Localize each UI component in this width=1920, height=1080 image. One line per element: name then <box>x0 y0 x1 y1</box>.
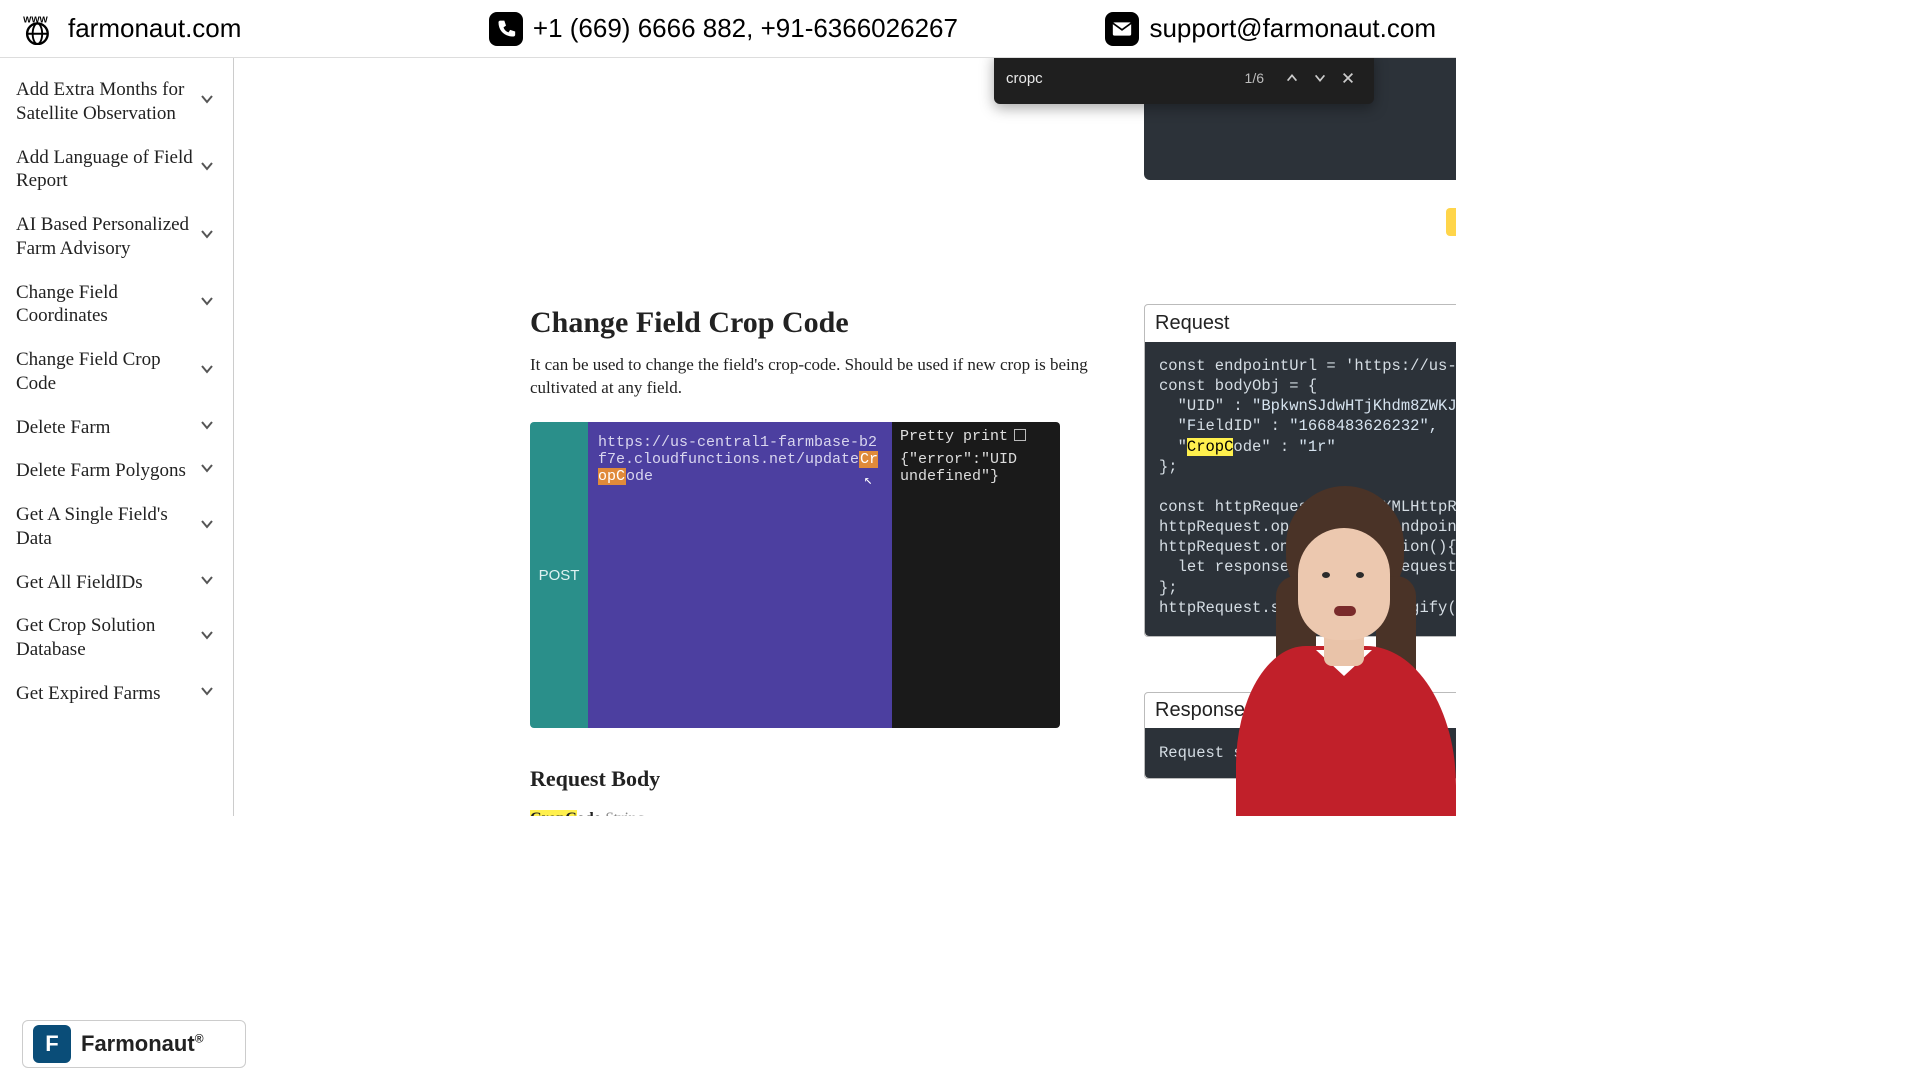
sidebar-item-label: Get Crop Solution Database <box>16 614 199 662</box>
cursor-icon: ↖ <box>864 472 872 489</box>
mail-icon <box>1105 12 1139 46</box>
sidebar-item-get-single-field[interactable]: Get A Single Field's Data <box>0 493 233 561</box>
search-highlight: CropC <box>530 810 577 816</box>
request-body-heading: Request Body <box>530 766 660 792</box>
api-example-block: POST https://us-central1-farmbase-b2f7e.… <box>530 422 1060 728</box>
chevron-down-icon <box>199 90 215 114</box>
svg-text:WWW: WWW <box>23 14 48 24</box>
sidebar-item-get-expired[interactable]: Get Expired Farms <box>0 672 233 716</box>
sidebar-item-label: Add Language of Field Report <box>16 146 199 194</box>
find-prev-button[interactable] <box>1278 64 1306 92</box>
site-url[interactable]: farmonaut.com <box>68 13 241 44</box>
chevron-down-icon <box>199 626 215 650</box>
http-method-badge: POST <box>530 422 588 728</box>
top-header: WWW farmonaut.com +1 (669) 6666 882, +91… <box>0 0 1456 58</box>
sidebar-item-delete-farm[interactable]: Delete Farm <box>0 406 233 450</box>
phone-text[interactable]: +1 (669) 6666 882, +91-6366026267 <box>533 13 958 44</box>
chevron-down-icon <box>199 416 215 440</box>
farmonaut-logo-icon: F <box>33 1025 71 1063</box>
search-highlight: CropC <box>1187 438 1234 456</box>
find-in-page-bar: 1/6 <box>994 58 1374 104</box>
find-next-button[interactable] <box>1306 64 1334 92</box>
sidebar-item-change-crop-code[interactable]: Change Field Crop Code <box>0 338 233 406</box>
phone-icon <box>489 12 523 46</box>
main-content: 1/6 Change Field Crop Code It can be use… <box>234 58 1456 816</box>
sidebar-item-add-extra-months[interactable]: Add Extra Months for Satellite Observati… <box>0 68 233 136</box>
sidebar-item-change-coords[interactable]: Change Field Coordinates <box>0 271 233 339</box>
response-json: {"error":"UID undefined"} <box>900 451 1052 485</box>
sidebar-item-get-crop-solution[interactable]: Get Crop Solution Database <box>0 604 233 672</box>
sidebar-item-label: Add Extra Months for Satellite Observati… <box>16 78 199 126</box>
section-title: Change Field Crop Code <box>530 306 849 340</box>
chevron-down-icon <box>199 360 215 384</box>
sidebar-item-label: Delete Farm <box>16 416 110 440</box>
header-email[interactable]: support@farmonaut.com <box>1105 12 1436 46</box>
chevron-down-icon <box>199 225 215 249</box>
presenter-avatar <box>1216 476 1456 816</box>
request-panel-title: Request <box>1155 312 1230 335</box>
sidebar-item-label: Get A Single Field's Data <box>16 503 199 551</box>
find-close-button[interactable] <box>1334 64 1362 92</box>
sidebar-item-delete-polygons[interactable]: Delete Farm Polygons <box>0 449 233 493</box>
sidebar-item-label: Delete Farm Polygons <box>16 459 186 483</box>
farmonaut-badge[interactable]: F Farmonaut® <box>22 1020 246 1068</box>
farmonaut-name: Farmonaut® <box>81 1031 204 1057</box>
sidebar-item-label: Get Expired Farms <box>16 682 161 706</box>
chevron-down-icon <box>199 157 215 181</box>
sidebar-item-ai-advisory[interactable]: AI Based Personalized Farm Advisory <box>0 203 233 271</box>
sidebar-item-add-language[interactable]: Add Language of Field Report <box>0 136 233 204</box>
sidebar-item-label: Change Field Crop Code <box>16 348 199 396</box>
find-input[interactable] <box>1006 70 1245 87</box>
endpoint-url: https://us-central1-farmbase-b2f7e.cloud… <box>588 422 892 728</box>
right-tab-sliver[interactable] <box>1446 208 1456 236</box>
pretty-print-toggle[interactable]: Pretty print <box>900 428 1052 445</box>
chevron-down-icon <box>199 682 215 706</box>
email-text[interactable]: support@farmonaut.com <box>1149 13 1436 44</box>
find-count: 1/6 <box>1245 70 1264 86</box>
api-response-preview: Pretty print {"error":"UID undefined"} <box>892 422 1060 728</box>
sidebar-item-get-all-fieldids[interactable]: Get All FieldIDs <box>0 561 233 605</box>
sidebar: Add Extra Months for Satellite Observati… <box>0 58 234 816</box>
request-body-param: CropCode String <box>530 810 644 816</box>
chevron-down-icon <box>199 515 215 539</box>
chevron-down-icon <box>199 459 215 483</box>
header-phone[interactable]: +1 (669) 6666 882, +91-6366026267 <box>489 12 958 46</box>
sidebar-item-label: Get All FieldIDs <box>16 571 143 595</box>
sidebar-item-label: AI Based Personalized Farm Advisory <box>16 213 199 261</box>
checkbox-icon[interactable] <box>1014 429 1026 441</box>
chevron-down-icon <box>199 571 215 595</box>
www-icon: WWW <box>20 13 58 45</box>
section-description: It can be used to change the field's cro… <box>530 354 1090 400</box>
sidebar-item-label: Change Field Coordinates <box>16 281 199 329</box>
chevron-down-icon <box>199 292 215 316</box>
header-site[interactable]: WWW farmonaut.com <box>20 13 241 45</box>
